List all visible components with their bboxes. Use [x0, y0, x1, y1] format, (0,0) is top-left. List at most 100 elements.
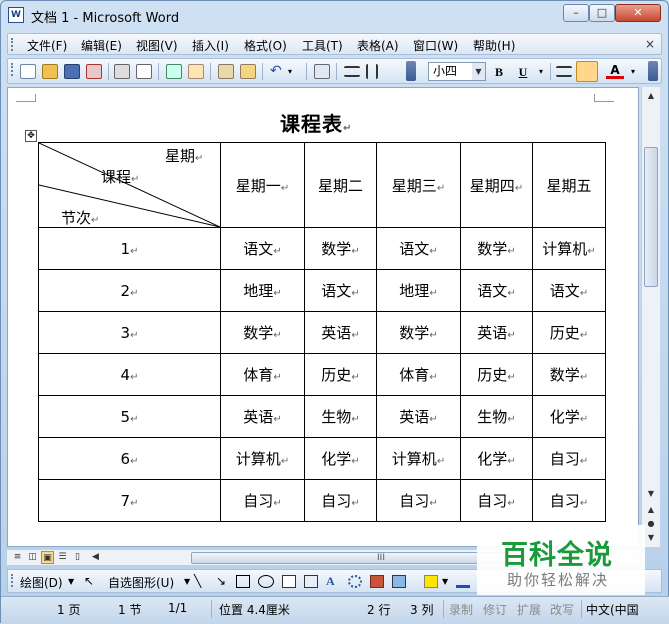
new-document-icon[interactable] — [20, 64, 36, 79]
clipart-icon[interactable] — [370, 575, 384, 588]
document-page[interactable]: 课程表↵ ✥ 星期↵ 课程↵ 节次↵ 星期一↵ 星期二 星期三↵ 星期四↵ 星期… — [7, 87, 639, 547]
menu-insert[interactable]: 插入(I) — [192, 37, 229, 54]
maximize-button[interactable]: □ — [589, 4, 615, 22]
class-cell[interactable]: 数学↵ — [304, 227, 377, 270]
wordart-icon[interactable]: A — [326, 574, 335, 589]
document-title[interactable]: 课程表↵ — [280, 108, 352, 137]
menu-file[interactable]: 文件(F) — [27, 37, 67, 54]
undo-icon[interactable]: ↶ — [270, 64, 286, 79]
insert-table-icon[interactable] — [314, 64, 330, 79]
open-folder-icon[interactable] — [42, 64, 58, 79]
arrow-tool-icon[interactable]: ↘ — [216, 574, 226, 588]
underline-dropdown-icon[interactable]: ▾ — [532, 63, 550, 81]
class-cell[interactable]: 自习↵ — [376, 479, 461, 522]
diagonal-header-cell[interactable]: 星期↵ 课程↵ 节次↵ — [38, 142, 221, 228]
previous-page-icon[interactable]: ▲ — [644, 503, 658, 517]
status-record[interactable]: 录制 — [449, 601, 473, 618]
day-header-cell[interactable]: 星期四↵ — [460, 142, 533, 228]
class-cell[interactable]: 生物↵ — [304, 395, 377, 438]
format-painter-icon[interactable] — [240, 64, 256, 79]
menu-view[interactable]: 视图(V) — [136, 37, 178, 54]
class-cell[interactable]: 体育↵ — [220, 353, 305, 396]
class-cell[interactable]: 自习↵ — [460, 479, 533, 522]
close-button[interactable]: ✕ — [615, 4, 661, 22]
font-color-dropdown-icon[interactable]: ▾ — [624, 63, 642, 81]
menu-edit[interactable]: 编辑(E) — [81, 37, 122, 54]
class-cell[interactable]: 计算机↵ — [220, 437, 305, 480]
period-cell[interactable]: 1↵ — [38, 227, 221, 270]
day-header-cell[interactable]: 星期五 — [532, 142, 606, 228]
spelling-icon[interactable] — [166, 64, 182, 79]
chevron-down-icon[interactable]: ▼ — [184, 577, 190, 586]
save-icon[interactable] — [64, 64, 80, 79]
class-cell[interactable]: 语文↵ — [376, 227, 461, 270]
class-cell[interactable]: 化学↵ — [532, 395, 606, 438]
class-cell[interactable]: 语文↵ — [304, 269, 377, 312]
class-cell[interactable]: 自习↵ — [532, 479, 606, 522]
toolbar-options-icon[interactable] — [648, 61, 658, 81]
day-header-cell[interactable]: 星期二 — [304, 142, 377, 228]
class-cell[interactable]: 数学↵ — [532, 353, 606, 396]
class-cell[interactable]: 数学↵ — [376, 311, 461, 354]
vertical-textbox-icon[interactable] — [304, 575, 318, 588]
autoshapes-menu-button[interactable]: 自选图形(U) — [108, 574, 174, 591]
scroll-left-icon[interactable]: ◀ — [89, 551, 102, 564]
minimize-button[interactable]: – — [563, 4, 589, 22]
class-cell[interactable]: 自习↵ — [532, 437, 606, 480]
class-cell[interactable]: 语文↵ — [532, 269, 606, 312]
chevron-down-icon[interactable]: ▼ — [68, 577, 74, 586]
class-cell[interactable]: 英语↵ — [460, 311, 533, 354]
drawbar-grip-icon[interactable] — [11, 574, 14, 587]
class-cell[interactable]: 自习↵ — [220, 479, 305, 522]
print-layout-view-icon[interactable]: ▣ — [41, 551, 54, 564]
web-view-icon[interactable]: ◫ — [26, 551, 39, 564]
scroll-down-icon[interactable]: ▼ — [644, 487, 658, 501]
period-cell[interactable]: 3↵ — [38, 311, 221, 354]
table-move-handle-icon[interactable]: ✥ — [25, 130, 37, 142]
schedule-table[interactable]: 星期↵ 课程↵ 节次↵ 星期一↵ 星期二 星期三↵ 星期四↵ 星期五 1↵ 语文… — [38, 142, 606, 522]
period-cell[interactable]: 7↵ — [38, 479, 221, 522]
normal-view-icon[interactable]: ≡ — [11, 551, 24, 564]
class-cell[interactable]: 生物↵ — [460, 395, 533, 438]
next-page-icon[interactable]: ▼ — [644, 531, 658, 545]
oval-tool-icon[interactable] — [258, 575, 274, 588]
print-icon[interactable] — [114, 64, 130, 79]
chevron-down-icon[interactable]: ▼ — [472, 63, 485, 80]
class-cell[interactable]: 英语↵ — [376, 395, 461, 438]
toolbar-options-icon[interactable] — [406, 61, 416, 81]
period-cell[interactable]: 2↵ — [38, 269, 221, 312]
class-cell[interactable]: 计算机↵ — [532, 227, 606, 270]
class-cell[interactable]: 英语↵ — [304, 311, 377, 354]
menu-format[interactable]: 格式(O) — [244, 37, 287, 54]
class-cell[interactable]: 地理↵ — [220, 269, 305, 312]
undo-dropdown-icon[interactable]: ▾ — [288, 64, 304, 79]
menu-table[interactable]: 表格(A) — [357, 37, 399, 54]
align-center-icon[interactable] — [576, 61, 598, 82]
draw-menu-button[interactable]: 绘图(D) — [20, 574, 63, 591]
chevron-down-icon[interactable]: ▼ — [442, 577, 448, 586]
menubar-grip-icon[interactable] — [11, 38, 14, 51]
class-cell[interactable]: 数学↵ — [460, 227, 533, 270]
toolbar-grip-icon[interactable] — [11, 63, 14, 76]
word-app-icon[interactable]: W — [8, 7, 24, 23]
class-cell[interactable]: 化学↵ — [304, 437, 377, 480]
permission-icon[interactable] — [86, 64, 102, 79]
menu-help[interactable]: 帮助(H) — [473, 37, 515, 54]
period-cell[interactable]: 4↵ — [38, 353, 221, 396]
line-color-icon[interactable] — [456, 575, 470, 588]
columns-icon[interactable] — [366, 64, 378, 79]
class-cell[interactable]: 体育↵ — [376, 353, 461, 396]
status-track-changes[interactable]: 修订 — [483, 601, 507, 618]
rectangle-tool-icon[interactable] — [236, 575, 250, 588]
class-cell[interactable]: 历史↵ — [532, 311, 606, 354]
class-cell[interactable]: 地理↵ — [376, 269, 461, 312]
browse-object-icon[interactable]: ● — [644, 517, 658, 531]
close-document-button[interactable]: × — [645, 37, 655, 51]
diagram-icon[interactable] — [348, 575, 362, 588]
vertical-scroll-thumb[interactable] — [644, 147, 658, 287]
class-cell[interactable]: 计算机↵ — [376, 437, 461, 480]
class-cell[interactable]: 数学↵ — [220, 311, 305, 354]
reading-view-icon[interactable]: ▯ — [71, 551, 84, 564]
class-cell[interactable]: 历史↵ — [460, 353, 533, 396]
justify-icon[interactable] — [556, 66, 572, 77]
